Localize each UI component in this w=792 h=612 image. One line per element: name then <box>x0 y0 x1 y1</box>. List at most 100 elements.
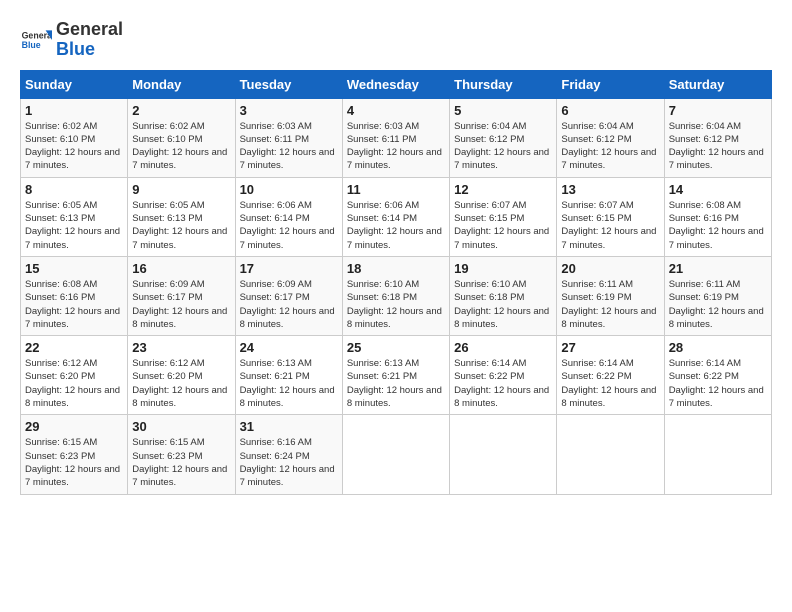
day-number: 15 <box>25 261 123 276</box>
calendar-cell: 29 Sunrise: 6:15 AM Sunset: 6:23 PM Dayl… <box>21 415 128 494</box>
calendar-cell: 30 Sunrise: 6:15 AM Sunset: 6:23 PM Dayl… <box>128 415 235 494</box>
calendar-cell: 24 Sunrise: 6:13 AM Sunset: 6:21 PM Dayl… <box>235 336 342 415</box>
calendar-cell: 25 Sunrise: 6:13 AM Sunset: 6:21 PM Dayl… <box>342 336 449 415</box>
day-info: Sunrise: 6:09 AM Sunset: 6:17 PM Dayligh… <box>240 278 338 331</box>
day-number: 22 <box>25 340 123 355</box>
day-number: 30 <box>132 419 230 434</box>
calendar-cell: 15 Sunrise: 6:08 AM Sunset: 6:16 PM Dayl… <box>21 256 128 335</box>
calendar-cell <box>557 415 664 494</box>
day-info: Sunrise: 6:15 AM Sunset: 6:23 PM Dayligh… <box>132 436 230 489</box>
calendar-week-3: 15 Sunrise: 6:08 AM Sunset: 6:16 PM Dayl… <box>21 256 772 335</box>
calendar-cell: 14 Sunrise: 6:08 AM Sunset: 6:16 PM Dayl… <box>664 177 771 256</box>
day-info: Sunrise: 6:03 AM Sunset: 6:11 PM Dayligh… <box>347 120 445 173</box>
day-info: Sunrise: 6:11 AM Sunset: 6:19 PM Dayligh… <box>669 278 767 331</box>
day-info: Sunrise: 6:05 AM Sunset: 6:13 PM Dayligh… <box>25 199 123 252</box>
col-header-friday: Friday <box>557 70 664 98</box>
col-header-monday: Monday <box>128 70 235 98</box>
day-number: 6 <box>561 103 659 118</box>
calendar-table: SundayMondayTuesdayWednesdayThursdayFrid… <box>20 70 772 495</box>
calendar-cell: 20 Sunrise: 6:11 AM Sunset: 6:19 PM Dayl… <box>557 256 664 335</box>
day-number: 12 <box>454 182 552 197</box>
calendar-cell: 27 Sunrise: 6:14 AM Sunset: 6:22 PM Dayl… <box>557 336 664 415</box>
day-number: 13 <box>561 182 659 197</box>
day-number: 9 <box>132 182 230 197</box>
logo: General Blue General Blue <box>20 20 123 60</box>
calendar-cell: 5 Sunrise: 6:04 AM Sunset: 6:12 PM Dayli… <box>450 98 557 177</box>
calendar-cell: 12 Sunrise: 6:07 AM Sunset: 6:15 PM Dayl… <box>450 177 557 256</box>
day-info: Sunrise: 6:04 AM Sunset: 6:12 PM Dayligh… <box>561 120 659 173</box>
page-header: General Blue General Blue <box>20 20 772 60</box>
day-number: 7 <box>669 103 767 118</box>
day-info: Sunrise: 6:08 AM Sunset: 6:16 PM Dayligh… <box>25 278 123 331</box>
day-info: Sunrise: 6:06 AM Sunset: 6:14 PM Dayligh… <box>240 199 338 252</box>
day-info: Sunrise: 6:13 AM Sunset: 6:21 PM Dayligh… <box>240 357 338 410</box>
day-info: Sunrise: 6:11 AM Sunset: 6:19 PM Dayligh… <box>561 278 659 331</box>
calendar-cell: 13 Sunrise: 6:07 AM Sunset: 6:15 PM Dayl… <box>557 177 664 256</box>
day-number: 20 <box>561 261 659 276</box>
day-number: 29 <box>25 419 123 434</box>
calendar-cell: 6 Sunrise: 6:04 AM Sunset: 6:12 PM Dayli… <box>557 98 664 177</box>
day-number: 21 <box>669 261 767 276</box>
day-info: Sunrise: 6:13 AM Sunset: 6:21 PM Dayligh… <box>347 357 445 410</box>
day-number: 16 <box>132 261 230 276</box>
day-info: Sunrise: 6:08 AM Sunset: 6:16 PM Dayligh… <box>669 199 767 252</box>
logo-general: General <box>56 19 123 39</box>
logo-icon: General Blue <box>20 24 52 56</box>
day-info: Sunrise: 6:04 AM Sunset: 6:12 PM Dayligh… <box>669 120 767 173</box>
day-info: Sunrise: 6:02 AM Sunset: 6:10 PM Dayligh… <box>132 120 230 173</box>
day-number: 17 <box>240 261 338 276</box>
day-number: 31 <box>240 419 338 434</box>
day-number: 10 <box>240 182 338 197</box>
day-number: 5 <box>454 103 552 118</box>
day-number: 11 <box>347 182 445 197</box>
day-info: Sunrise: 6:09 AM Sunset: 6:17 PM Dayligh… <box>132 278 230 331</box>
calendar-header-row: SundayMondayTuesdayWednesdayThursdayFrid… <box>21 70 772 98</box>
calendar-cell <box>450 415 557 494</box>
day-info: Sunrise: 6:15 AM Sunset: 6:23 PM Dayligh… <box>25 436 123 489</box>
calendar-cell: 19 Sunrise: 6:10 AM Sunset: 6:18 PM Dayl… <box>450 256 557 335</box>
day-number: 23 <box>132 340 230 355</box>
day-number: 1 <box>25 103 123 118</box>
day-number: 14 <box>669 182 767 197</box>
logo-text: General Blue <box>56 20 123 60</box>
calendar-cell: 11 Sunrise: 6:06 AM Sunset: 6:14 PM Dayl… <box>342 177 449 256</box>
day-number: 26 <box>454 340 552 355</box>
day-number: 27 <box>561 340 659 355</box>
col-header-tuesday: Tuesday <box>235 70 342 98</box>
calendar-body: 1 Sunrise: 6:02 AM Sunset: 6:10 PM Dayli… <box>21 98 772 494</box>
calendar-cell: 9 Sunrise: 6:05 AM Sunset: 6:13 PM Dayli… <box>128 177 235 256</box>
calendar-cell: 21 Sunrise: 6:11 AM Sunset: 6:19 PM Dayl… <box>664 256 771 335</box>
calendar-week-4: 22 Sunrise: 6:12 AM Sunset: 6:20 PM Dayl… <box>21 336 772 415</box>
day-info: Sunrise: 6:02 AM Sunset: 6:10 PM Dayligh… <box>25 120 123 173</box>
calendar-cell <box>664 415 771 494</box>
calendar-cell: 22 Sunrise: 6:12 AM Sunset: 6:20 PM Dayl… <box>21 336 128 415</box>
day-number: 19 <box>454 261 552 276</box>
svg-text:Blue: Blue <box>22 40 41 50</box>
day-number: 25 <box>347 340 445 355</box>
calendar-cell <box>342 415 449 494</box>
calendar-cell: 7 Sunrise: 6:04 AM Sunset: 6:12 PM Dayli… <box>664 98 771 177</box>
day-number: 18 <box>347 261 445 276</box>
col-header-saturday: Saturday <box>664 70 771 98</box>
day-info: Sunrise: 6:14 AM Sunset: 6:22 PM Dayligh… <box>454 357 552 410</box>
day-info: Sunrise: 6:10 AM Sunset: 6:18 PM Dayligh… <box>454 278 552 331</box>
day-number: 3 <box>240 103 338 118</box>
calendar-cell: 1 Sunrise: 6:02 AM Sunset: 6:10 PM Dayli… <box>21 98 128 177</box>
day-number: 24 <box>240 340 338 355</box>
col-header-sunday: Sunday <box>21 70 128 98</box>
day-info: Sunrise: 6:03 AM Sunset: 6:11 PM Dayligh… <box>240 120 338 173</box>
day-info: Sunrise: 6:12 AM Sunset: 6:20 PM Dayligh… <box>25 357 123 410</box>
calendar-week-1: 1 Sunrise: 6:02 AM Sunset: 6:10 PM Dayli… <box>21 98 772 177</box>
day-info: Sunrise: 6:04 AM Sunset: 6:12 PM Dayligh… <box>454 120 552 173</box>
calendar-week-5: 29 Sunrise: 6:15 AM Sunset: 6:23 PM Dayl… <box>21 415 772 494</box>
calendar-cell: 28 Sunrise: 6:14 AM Sunset: 6:22 PM Dayl… <box>664 336 771 415</box>
day-info: Sunrise: 6:14 AM Sunset: 6:22 PM Dayligh… <box>669 357 767 410</box>
day-number: 8 <box>25 182 123 197</box>
calendar-cell: 3 Sunrise: 6:03 AM Sunset: 6:11 PM Dayli… <box>235 98 342 177</box>
calendar-cell: 26 Sunrise: 6:14 AM Sunset: 6:22 PM Dayl… <box>450 336 557 415</box>
logo-blue: Blue <box>56 39 95 59</box>
day-number: 28 <box>669 340 767 355</box>
calendar-cell: 16 Sunrise: 6:09 AM Sunset: 6:17 PM Dayl… <box>128 256 235 335</box>
day-info: Sunrise: 6:07 AM Sunset: 6:15 PM Dayligh… <box>454 199 552 252</box>
calendar-cell: 18 Sunrise: 6:10 AM Sunset: 6:18 PM Dayl… <box>342 256 449 335</box>
